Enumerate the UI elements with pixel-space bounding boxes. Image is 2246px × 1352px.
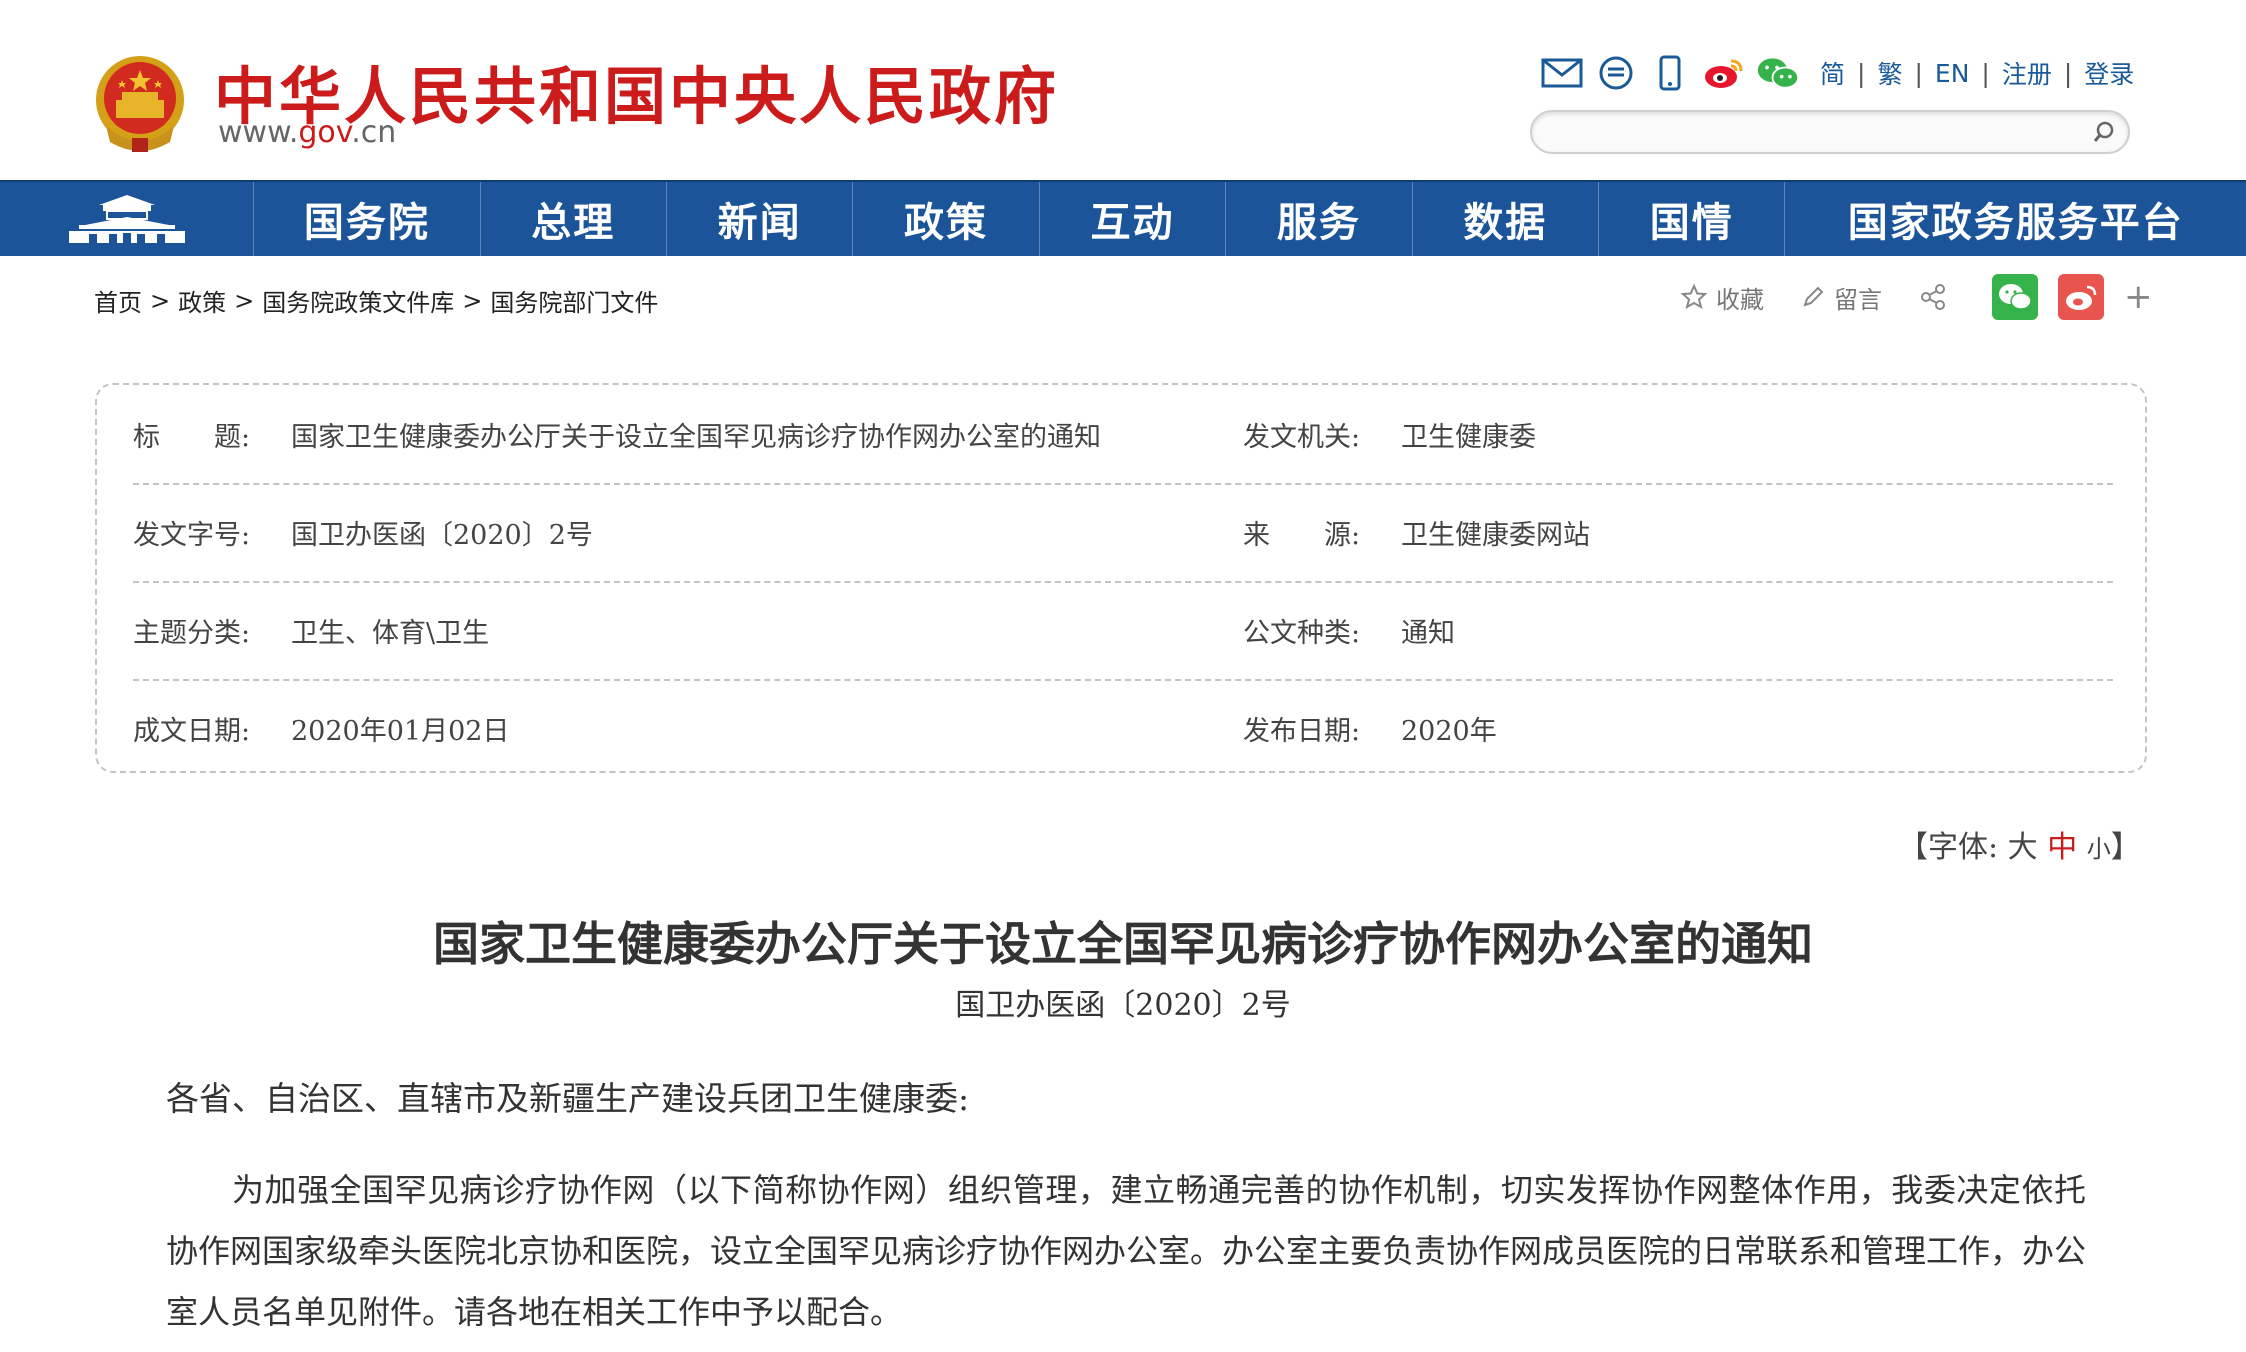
breadcrumb: 首页 > 政策 > 国务院政策文件库 > 国务院部门文件 xyxy=(94,283,658,318)
font-size-small[interactable]: 小 xyxy=(2087,835,2111,863)
top-links: 简 | 繁 | EN | 注册 | 登录 xyxy=(1820,55,2134,91)
article-paragraph: 为加强全国罕见病诊疗协作网（以下简称协作网）组织管理，建立畅通完善的协作机制，切… xyxy=(166,1171,2087,1331)
mobile-icon[interactable] xyxy=(1648,54,1692,92)
breadcrumb-separator: > xyxy=(234,286,255,315)
more-share-button[interactable]: + xyxy=(2124,277,2153,317)
search-box[interactable] xyxy=(1530,110,2130,154)
font-size-large[interactable]: 大 xyxy=(2008,830,2038,865)
font-size-close: 】 xyxy=(2110,830,2141,865)
source-value: 卫生健康委网站 xyxy=(1401,519,1590,551)
site-url-prefix: www. xyxy=(218,115,299,150)
weibo-share-button[interactable] xyxy=(2058,274,2104,320)
category-label: 主题分类: xyxy=(133,617,251,649)
nav-item-national-profile[interactable]: 国情 xyxy=(1599,182,1786,256)
issuer-value: 卫生健康委 xyxy=(1401,421,1536,453)
site-url-domain: gov xyxy=(298,115,352,150)
weibo-icon[interactable] xyxy=(1702,54,1746,92)
pubdate-label: 发布日期: xyxy=(1243,715,1361,747)
pencil-icon xyxy=(1803,286,1824,307)
link-english[interactable]: EN xyxy=(1935,59,1970,88)
wechat-share-button[interactable] xyxy=(1992,274,2038,320)
article-doc-number: 国卫办医函〔2020〕2号 xyxy=(955,988,1291,1023)
info-row: 发文字号: 国卫办医函〔2020〕2号 来 源: 卫生健康委网站 xyxy=(133,483,2113,583)
nav-item-gov-service-platform[interactable]: 国家政务服务平台 xyxy=(1785,182,2246,256)
favorite-button[interactable]: 收藏 xyxy=(1680,280,1764,315)
nav-item-premier[interactable]: 总理 xyxy=(481,182,667,256)
search-icon[interactable] xyxy=(2090,118,2118,146)
main-nav: 国务院 总理 新闻 政策 互动 服务 数据 国情 国家政务服务平台 xyxy=(0,180,2246,256)
wechat-share-icon xyxy=(1999,284,2032,310)
breadcrumb-department-docs[interactable]: 国务院部门文件 xyxy=(490,283,658,318)
weibo-share-icon xyxy=(2066,285,2097,310)
doc-type-value: 通知 xyxy=(1401,617,1455,649)
date-value: 2020年01月02日 xyxy=(291,715,510,747)
link-traditional[interactable]: 繁 xyxy=(1877,55,1902,91)
nav-item-news[interactable]: 新闻 xyxy=(667,182,854,256)
nav-item-services[interactable]: 服务 xyxy=(1226,182,1413,256)
share-bar: 收藏 留言 + xyxy=(1680,274,2153,320)
nav-item-policy[interactable]: 政策 xyxy=(853,182,1040,256)
nav-home-tiananmen-icon[interactable] xyxy=(0,182,255,256)
document-info-box: 标 题: 国家卫生健康委办公厅关于设立全国罕见病诊疗协作网办公室的通知 发文机关… xyxy=(95,383,2147,773)
top-toolbar: 简 | 繁 | EN | 注册 | 登录 xyxy=(1540,54,2134,92)
info-row: 成文日期: 2020年01月02日 发布日期: 2020年 xyxy=(133,679,2113,777)
breadcrumb-policy[interactable]: 政策 xyxy=(178,283,226,318)
link-separator: | xyxy=(1857,58,1866,88)
pubdate-value: 2020年 xyxy=(1401,715,1497,747)
source-label: 来 源: xyxy=(1243,519,1361,551)
link-register[interactable]: 注册 xyxy=(2002,55,2052,91)
category-value: 卫生、体育\卫生 xyxy=(291,617,490,649)
comment-button[interactable]: 留言 xyxy=(1800,280,1882,315)
site-header: 中华人民共和国中央人民政府 www.gov.cn 简 | 繁 | EN | 注册… xyxy=(0,0,2246,180)
wechat-icon[interactable] xyxy=(1756,54,1800,92)
link-separator: | xyxy=(2063,58,2073,88)
mail-icon[interactable] xyxy=(1540,54,1584,92)
date-label: 成文日期: xyxy=(133,715,251,747)
title-value: 国家卫生健康委办公厅关于设立全国罕见病诊疗协作网办公室的通知 xyxy=(291,421,1101,453)
breadcrumb-policy-library[interactable]: 国务院政策文件库 xyxy=(262,283,454,318)
favorite-label: 收藏 xyxy=(1716,285,1764,314)
issuer-label: 发文机关: xyxy=(1243,421,1361,453)
link-separator: | xyxy=(1981,58,1990,88)
info-row: 主题分类: 卫生、体育\卫生 公文种类: 通知 xyxy=(133,581,2113,681)
docno-label: 发文字号: xyxy=(133,519,251,551)
font-size-open: 【字体: xyxy=(1898,830,1999,865)
breadcrumb-separator: > xyxy=(150,286,171,315)
message-icon[interactable] xyxy=(1594,54,1638,92)
title-label: 标 题: xyxy=(133,421,251,453)
share-icon xyxy=(1921,284,1945,310)
national-emblem-icon[interactable] xyxy=(92,52,188,156)
font-size-medium[interactable]: 中 xyxy=(2047,830,2077,865)
link-simplified[interactable]: 简 xyxy=(1820,55,1845,91)
nav-item-data[interactable]: 数据 xyxy=(1413,182,1600,256)
star-icon xyxy=(1680,283,1708,310)
docno-value: 国卫办医函〔2020〕2号 xyxy=(291,519,593,551)
nav-item-interaction[interactable]: 互动 xyxy=(1040,182,1227,256)
link-separator: | xyxy=(1914,58,1923,88)
breadcrumb-home[interactable]: 首页 xyxy=(94,283,142,318)
font-size-control: 【字体: 大 中 小】 xyxy=(1898,822,2141,866)
article-title: 国家卫生健康委办公厅关于设立全国罕见病诊疗协作网办公室的通知 xyxy=(433,917,1813,971)
breadcrumb-separator: > xyxy=(462,286,483,315)
share-button[interactable] xyxy=(1918,282,1956,312)
site-url[interactable]: www.gov.cn xyxy=(218,115,396,150)
comment-label: 留言 xyxy=(1834,285,1882,314)
search-input[interactable] xyxy=(1548,114,2082,150)
link-login[interactable]: 登录 xyxy=(2084,55,2134,91)
article-addressee: 各省、自治区、直辖市及新疆生产建设兵团卫生健康委: xyxy=(166,1079,970,1118)
site-url-suffix: .cn xyxy=(351,115,397,150)
doc-type-label: 公文种类: xyxy=(1243,617,1361,649)
nav-item-state-council[interactable]: 国务院 xyxy=(254,182,481,256)
info-row: 标 题: 国家卫生健康委办公厅关于设立全国罕见病诊疗协作网办公室的通知 发文机关… xyxy=(133,385,2113,485)
